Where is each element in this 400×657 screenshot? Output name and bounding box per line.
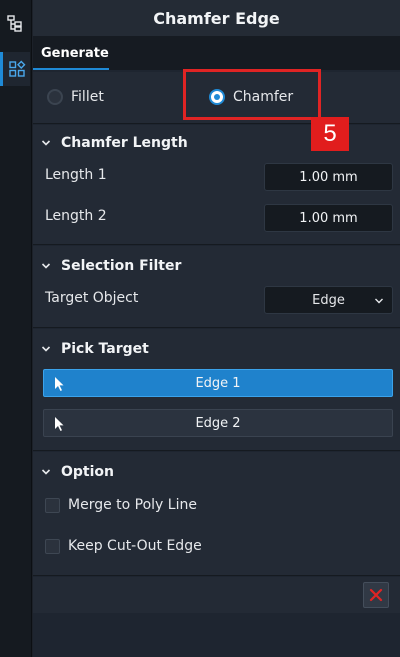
panel-footer [33,577,400,613]
target-object-label: Target Object [45,290,139,306]
fillet-radio-label: Fillet [71,89,104,105]
length-2-input[interactable]: 1.00 mm [264,204,393,232]
selection-filter-title: Selection Filter [61,258,182,274]
pick-target-header[interactable]: Pick Target [41,331,149,367]
annotation-step-badge: 5 [311,117,349,151]
annotation-highlight-box [183,69,321,120]
panel-title: Chamfer Edge [33,0,400,36]
chevron-down-icon [41,263,51,269]
pick-target-title: Pick Target [61,341,149,357]
pointer-cursor-icon [55,417,64,431]
close-icon [369,588,383,602]
keep-cut-out-edge-label: Keep Cut-Out Edge [68,538,202,554]
edge-1-label: Edge 1 [195,375,241,391]
pick-target-section: Pick Target Edge 1 Edge 2 [33,329,400,451]
dropdown-caret-icon [375,298,383,304]
edge-2-label: Edge 2 [195,415,241,431]
tab-generate[interactable]: Generate [33,36,117,70]
chevron-down-icon [41,469,51,475]
chamfer-length-title: Chamfer Length [61,135,188,151]
edge-2-pick-button[interactable]: Edge 2 [43,409,393,437]
checkbox-box [45,497,60,513]
chamfer-edge-panel: Chamfer Edge Generate Fillet Chamfer Cha… [33,0,400,657]
chamfer-length-header[interactable]: Chamfer Length [41,125,188,161]
close-button[interactable] [363,582,389,608]
chevron-down-icon [41,140,51,146]
option-section: Option Merge to Poly Line Keep Cut-Out E… [33,452,400,576]
keep-cut-out-edge-checkbox[interactable]: Keep Cut-Out Edge [45,538,202,554]
widgets-button[interactable] [0,52,30,86]
merge-poly-line-label: Merge to Poly Line [68,497,197,513]
fillet-radio[interactable]: Fillet [47,89,104,105]
target-object-dropdown[interactable]: Edge [264,286,393,314]
selection-filter-header[interactable]: Selection Filter [41,248,181,284]
tree-hierarchy-icon [7,15,22,32]
edge-1-pick-button[interactable]: Edge 1 [43,369,393,397]
option-header[interactable]: Option [41,454,114,490]
panel-empty-area [33,613,400,657]
widgets-grid-icon [8,60,25,77]
radio-circle [47,89,63,105]
length-1-label: Length 1 [45,167,107,183]
checkbox-box [45,538,60,554]
length-1-input[interactable]: 1.00 mm [264,163,393,191]
active-tab-indicator [33,68,109,70]
option-title: Option [61,464,114,480]
length-2-label: Length 2 [45,208,107,224]
tab-bar: Generate [33,36,400,70]
left-tool-rail [0,0,32,657]
target-object-value: Edge [312,292,345,308]
pointer-cursor-icon [55,377,64,391]
selection-filter-section: Selection Filter Target Object Edge [33,246,400,328]
tree-hierarchy-button[interactable] [0,6,30,40]
chevron-down-icon [41,346,51,352]
merge-poly-line-checkbox[interactable]: Merge to Poly Line [45,497,197,513]
